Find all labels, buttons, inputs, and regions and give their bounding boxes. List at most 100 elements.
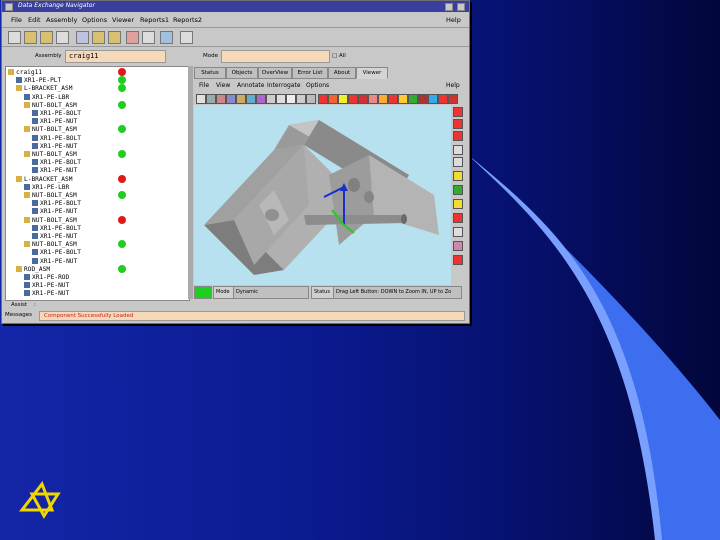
tree-node[interactable]: NUT-BOLT_ASM bbox=[24, 216, 77, 225]
tool-icon[interactable] bbox=[8, 31, 21, 44]
tab-status[interactable]: Status bbox=[194, 67, 226, 79]
tool-icon[interactable] bbox=[92, 31, 105, 44]
tree-node[interactable]: XR1-PE-BOLT bbox=[32, 200, 81, 208]
tree-node[interactable]: XR1-PE-NUT bbox=[32, 118, 77, 126]
tree-node[interactable]: NUT-BOLT_ASM bbox=[24, 151, 77, 159]
viewer-menu-options[interactable]: Options bbox=[306, 82, 329, 89]
viewer-menu-annotate[interactable]: Annotate bbox=[237, 82, 264, 89]
open-icon[interactable] bbox=[40, 31, 53, 44]
mode-field[interactable] bbox=[221, 50, 330, 63]
assembly-field[interactable]: craig11 bbox=[65, 50, 166, 63]
menu-reports2[interactable]: Reports2 bbox=[173, 16, 202, 24]
menu-options[interactable]: Options bbox=[82, 16, 107, 24]
tree-node[interactable]: XR1-PE-NUT bbox=[24, 282, 69, 290]
3d-viewport[interactable] bbox=[194, 105, 451, 285]
view-tool-icon[interactable] bbox=[358, 94, 368, 104]
side-tool-icon[interactable] bbox=[453, 131, 463, 141]
tree-node[interactable]: XR1-PE-BOLT bbox=[32, 159, 81, 167]
view-tool-icon[interactable] bbox=[328, 94, 338, 104]
view-tool-icon[interactable] bbox=[438, 94, 448, 104]
viewer-menu-interrogate[interactable]: Interrogate bbox=[267, 82, 301, 89]
tab-about[interactable]: About bbox=[328, 67, 356, 79]
tool-icon[interactable] bbox=[180, 31, 193, 44]
tree-node[interactable]: NUT-BOLT_ASM bbox=[24, 126, 77, 134]
tree-node[interactable]: XR1-PE-BOLT bbox=[32, 134, 81, 143]
tree-node[interactable]: L-BRACKET_ASM bbox=[16, 85, 72, 93]
view-tool-icon[interactable] bbox=[266, 94, 276, 104]
view-tool-icon[interactable] bbox=[398, 94, 408, 104]
tree-node[interactable]: XR1-PE-PLT bbox=[16, 77, 61, 85]
view-tool-icon[interactable] bbox=[348, 94, 358, 104]
view-tool-icon[interactable] bbox=[246, 94, 256, 104]
tree-node[interactable]: XR1-PE-BOLT bbox=[32, 224, 81, 233]
menu-reports1[interactable]: Reports1 bbox=[140, 16, 169, 24]
tree-node[interactable]: NUT-BOLT_ASM bbox=[24, 101, 77, 110]
tab-error-list[interactable]: Error List bbox=[292, 67, 328, 79]
tool-icon[interactable] bbox=[126, 31, 139, 44]
view-tool-icon[interactable] bbox=[276, 94, 286, 104]
side-tool-icon[interactable] bbox=[453, 213, 463, 223]
tool-icon[interactable] bbox=[160, 31, 173, 44]
view-tool-icon[interactable] bbox=[448, 94, 458, 104]
view-tool-icon[interactable] bbox=[338, 94, 348, 104]
tree-node[interactable]: XR1-PE-NUT bbox=[32, 167, 77, 175]
tree-node[interactable]: XR1-PE-LBR bbox=[24, 183, 69, 192]
tree-node[interactable]: NUT-BOLT_ASM bbox=[24, 192, 77, 200]
view-tool-icon[interactable] bbox=[408, 94, 418, 104]
tab-viewer[interactable]: Viewer bbox=[356, 67, 388, 79]
view-tool-icon[interactable] bbox=[428, 94, 438, 104]
tool-icon[interactable] bbox=[142, 31, 155, 44]
tree-node[interactable]: XR1-PE-BOLT bbox=[32, 249, 81, 257]
tree-scrollbar[interactable] bbox=[188, 66, 193, 299]
viewer-menu-view[interactable]: View bbox=[216, 82, 230, 89]
tree-node[interactable]: ROD_ASM bbox=[16, 265, 50, 274]
window-menu-icon[interactable] bbox=[5, 3, 13, 11]
viewer-menu-help[interactable]: Help bbox=[446, 82, 460, 89]
view-tool-icon[interactable] bbox=[418, 94, 428, 104]
view-tool-icon[interactable] bbox=[368, 94, 378, 104]
view-tool-icon[interactable] bbox=[226, 94, 236, 104]
viewer-menu-file[interactable]: File bbox=[199, 82, 209, 89]
tool-icon[interactable] bbox=[56, 31, 69, 44]
tree-node[interactable]: XR1-PE-NUT bbox=[24, 290, 69, 298]
view-tool-icon[interactable] bbox=[236, 94, 246, 104]
side-tool-icon[interactable] bbox=[453, 171, 463, 181]
all-checkbox[interactable]: □ All bbox=[332, 53, 346, 59]
tool-icon[interactable] bbox=[108, 31, 121, 44]
view-tool-icon[interactable] bbox=[318, 94, 328, 104]
menu-edit[interactable]: Edit bbox=[28, 16, 41, 24]
minimize-icon[interactable] bbox=[445, 3, 453, 11]
tree-node[interactable]: XR1-PE-ROD bbox=[24, 274, 69, 282]
view-tool-icon[interactable] bbox=[296, 94, 306, 104]
view-tool-icon[interactable] bbox=[216, 94, 226, 104]
tree-node[interactable]: XR1-PE-NUT bbox=[32, 208, 77, 216]
side-tool-icon[interactable] bbox=[453, 145, 463, 155]
side-tool-icon[interactable] bbox=[453, 119, 463, 129]
tree-node[interactable]: XR1-PE-NUT bbox=[32, 142, 77, 151]
tree-node[interactable]: craig11 bbox=[8, 69, 42, 77]
view-tool-icon[interactable] bbox=[388, 94, 398, 104]
tree-node[interactable]: XR1-PE-NUT bbox=[32, 233, 77, 241]
view-tool-icon[interactable] bbox=[286, 94, 296, 104]
view-tool-icon[interactable] bbox=[256, 94, 266, 104]
view-tool-icon[interactable] bbox=[306, 94, 316, 104]
tree-node[interactable]: NUT-BOLT_ASM bbox=[24, 241, 77, 249]
tree-node[interactable]: XR1-PE-NUT bbox=[32, 257, 77, 266]
menu-file[interactable]: File bbox=[11, 16, 22, 24]
side-tool-icon[interactable] bbox=[453, 227, 463, 237]
view-tool-icon[interactable] bbox=[196, 94, 206, 104]
side-tool-icon[interactable] bbox=[453, 157, 463, 167]
view-tool-icon[interactable] bbox=[378, 94, 388, 104]
tree-node[interactable]: XR1-PE-LBR bbox=[24, 93, 69, 102]
tree-node[interactable]: L-BRACKET_ASM bbox=[16, 175, 72, 184]
tree-node[interactable]: XR1-PE-BOLT bbox=[32, 110, 81, 118]
side-tool-icon[interactable] bbox=[453, 241, 463, 251]
view-tool-icon[interactable] bbox=[206, 94, 216, 104]
menu-assembly[interactable]: Assembly bbox=[46, 16, 77, 24]
menu-help[interactable]: Help bbox=[446, 16, 461, 24]
side-tool-icon[interactable] bbox=[453, 255, 463, 265]
tab-overview[interactable]: OverView bbox=[258, 67, 292, 79]
maximize-icon[interactable] bbox=[457, 3, 465, 11]
tool-icon[interactable] bbox=[76, 31, 89, 44]
folder-icon[interactable] bbox=[24, 31, 37, 44]
